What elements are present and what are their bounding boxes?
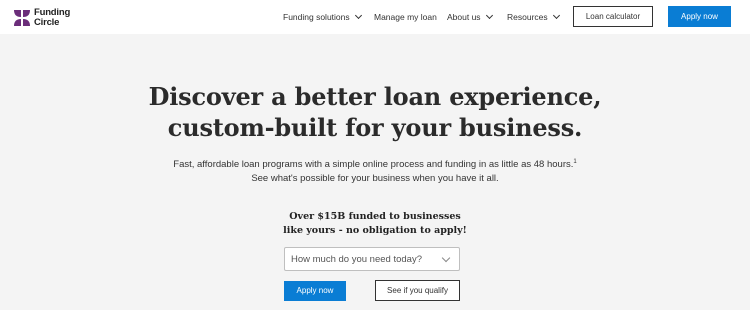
loan-amount-select[interactable]: How much do you need today?	[284, 247, 460, 271]
hero-apply-button[interactable]: Apply now	[284, 281, 346, 301]
hero-subtext: Fast, affordable loan programs with a si…	[0, 155, 750, 186]
loan-calculator-button[interactable]: Loan calculator	[573, 6, 653, 27]
nav-item-label: Manage my loan	[374, 12, 437, 22]
promo-line2: like yours - no obligation to apply!	[283, 225, 467, 236]
select-placeholder: How much do you need today?	[291, 254, 422, 265]
promo-line1: Over $15B funded to businesses	[289, 211, 461, 222]
headline-line1: Discover a better loan experience,	[148, 82, 602, 111]
footnote-marker: 1	[573, 159, 577, 165]
nav-item-about-us[interactable]: About us	[447, 11, 493, 23]
hero-headline: Discover a better loan experience, custo…	[0, 81, 750, 143]
chevron-down-icon	[354, 11, 362, 20]
logo-line2: Circle	[34, 16, 60, 28]
promo-text: Over $15B funded to businesses like your…	[0, 210, 750, 238]
see-if-you-qualify-button[interactable]: See if you qualify	[375, 280, 460, 301]
chevron-down-icon	[485, 11, 493, 20]
nav-item-label: About us	[447, 12, 481, 22]
nav-apply-button[interactable]: Apply now	[668, 6, 731, 27]
nav-item-label: Funding solutions	[283, 12, 350, 22]
chevron-down-icon	[552, 11, 560, 20]
subtext-line1: Fast, affordable loan programs with a si…	[0, 155, 750, 172]
logo[interactable]: Funding Circle	[13, 8, 75, 28]
logo-wordmark: Funding Circle	[34, 8, 70, 27]
chevron-down-icon	[441, 253, 451, 263]
nav-item-manage-my-loan[interactable]: Manage my loan	[374, 11, 437, 23]
top-nav: Funding Circle Funding solutions Manage …	[0, 0, 750, 34]
headline-line2: custom-built for your business.	[167, 113, 583, 142]
subtext-line1-text: Fast, affordable loan programs with a si…	[173, 159, 574, 171]
subtext-line2: See what's possible for your business wh…	[251, 173, 499, 185]
nav-item-funding-solutions[interactable]: Funding solutions	[283, 11, 362, 23]
nav-item-label: Resources	[507, 12, 548, 22]
nav-item-resources[interactable]: Resources	[507, 11, 560, 23]
funding-circle-logo-icon	[14, 10, 30, 26]
